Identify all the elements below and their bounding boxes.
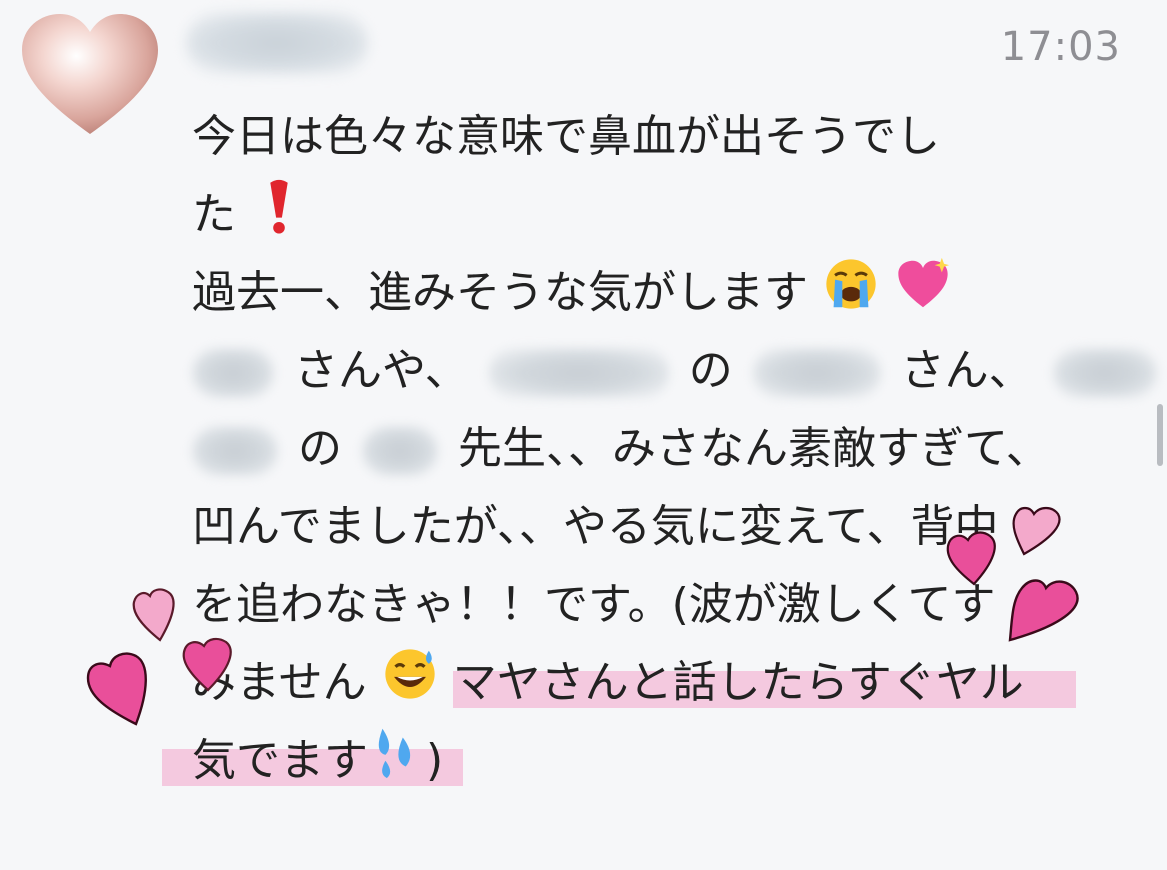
message-line: の 先生、、みさなん素敵すぎて、 bbox=[192, 410, 1132, 488]
redacted-name bbox=[362, 426, 438, 476]
heart-avatar-icon[interactable] bbox=[18, 12, 163, 142]
drawn-heart-icon bbox=[1008, 579, 1079, 642]
message-text: ) bbox=[426, 735, 444, 786]
sender-name-redacted bbox=[186, 12, 368, 74]
highlighted-text: 気でます bbox=[192, 735, 368, 786]
redacted-name bbox=[192, 426, 278, 476]
message-text: 今日は色々な意味で鼻血が出そうでし bbox=[192, 111, 940, 162]
drawn-heart-icon bbox=[182, 637, 232, 692]
scrollbar-thumb[interactable] bbox=[1157, 404, 1163, 466]
message-text: 先生、、みさなん素敵すぎて、 bbox=[458, 423, 1050, 474]
message-line: 気でます ) bbox=[162, 722, 1132, 800]
message-text: を追わなきゃ！！です。(波が激しくてす bbox=[192, 579, 996, 630]
redacted-name bbox=[192, 348, 274, 398]
message-line: 過去一、進みそうな気がします bbox=[192, 254, 1132, 332]
crying-face-icon bbox=[826, 259, 876, 309]
message-text: の bbox=[688, 345, 733, 396]
highlighted-text: マヤさんと話したらすぐヤル bbox=[452, 657, 1076, 708]
highlighted-text-block: 気でます ) bbox=[162, 728, 464, 786]
message-line: 今日は色々な意味で鼻血が出そうでし bbox=[192, 98, 1132, 176]
sparkling-heart-icon bbox=[898, 257, 950, 308]
drawn-heart-icon bbox=[86, 652, 147, 726]
message-text: の bbox=[298, 423, 342, 474]
sweat-smile-icon bbox=[385, 649, 435, 699]
message-body: 今日は色々な意味で鼻血が出そうでし た 過去一、進みそうな気がします さんや、 … bbox=[162, 98, 1157, 800]
message-text: さんや、 bbox=[294, 345, 469, 396]
message-text: 過去一、進みそうな気がします bbox=[192, 267, 808, 318]
drawn-heart-icon bbox=[1012, 506, 1061, 556]
redacted-name bbox=[1052, 348, 1157, 398]
message-text: 凹んでましたが、、やる気に変えて、背中 bbox=[192, 501, 999, 552]
message-text: た bbox=[192, 189, 236, 240]
message-line: た bbox=[192, 176, 1132, 254]
message-line: さんや、 の さん、 bbox=[192, 332, 1157, 410]
drawn-heart-icon bbox=[132, 588, 175, 642]
message-line: みません マヤさんと話したらすぐヤル bbox=[192, 644, 1132, 722]
message-text: さん、 bbox=[900, 345, 1033, 396]
redacted-name bbox=[488, 348, 669, 398]
red-exclamation-icon bbox=[270, 179, 288, 234]
redacted-name bbox=[752, 348, 881, 398]
sweat-droplets-icon bbox=[378, 728, 411, 779]
drawn-heart-icon bbox=[946, 531, 996, 586]
message-timestamp: 17:03 bbox=[1000, 24, 1121, 70]
